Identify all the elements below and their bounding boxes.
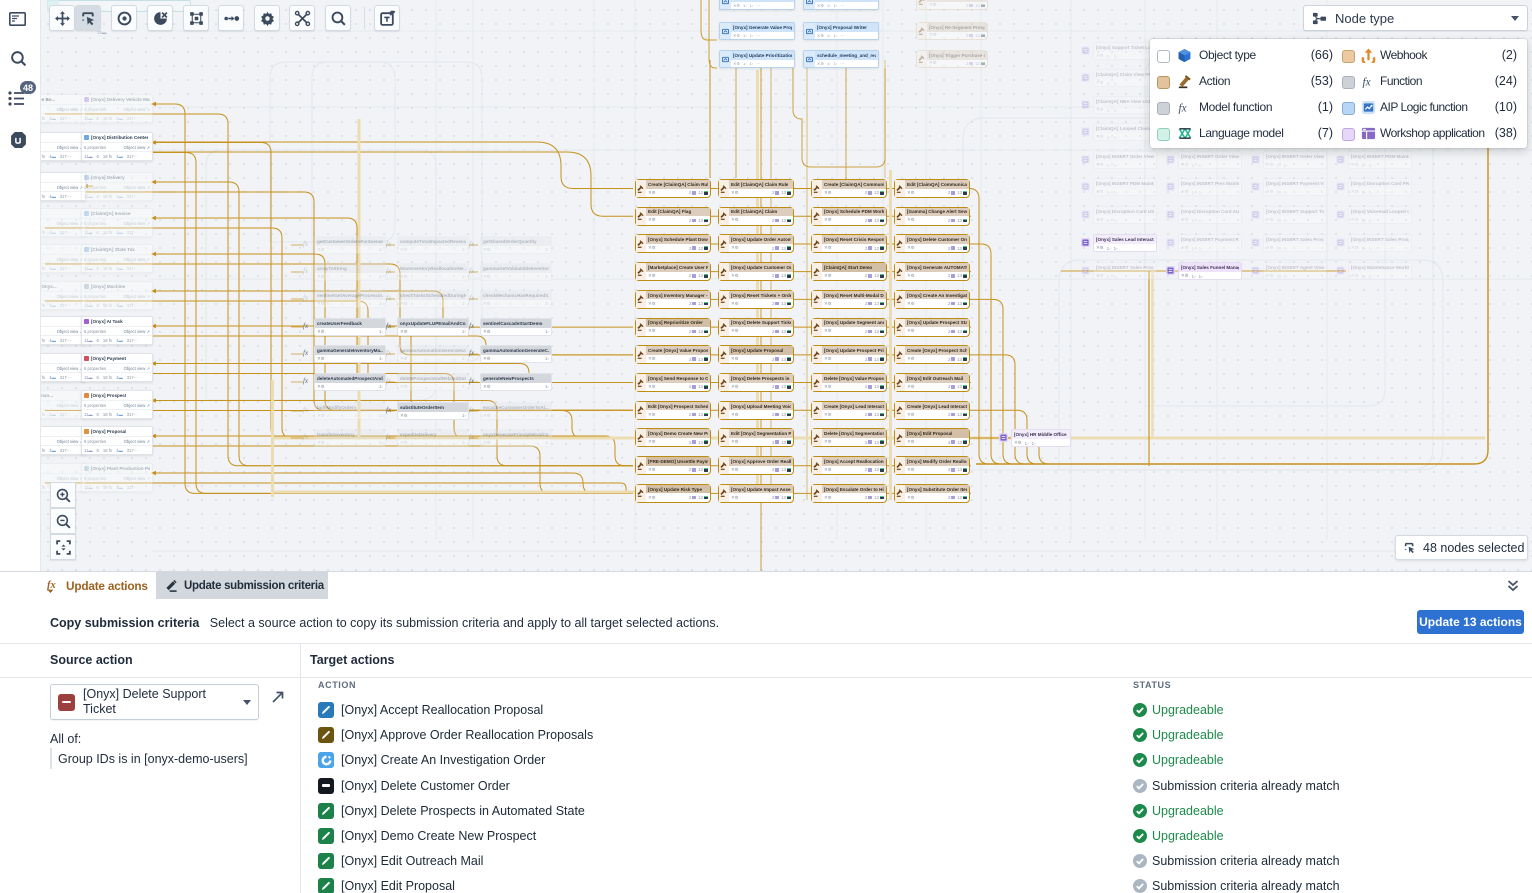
svg-text:fx: fx (1178, 102, 1186, 114)
svg-text:fx: fx (1362, 76, 1370, 88)
svg-text:fx: fx (47, 580, 56, 591)
